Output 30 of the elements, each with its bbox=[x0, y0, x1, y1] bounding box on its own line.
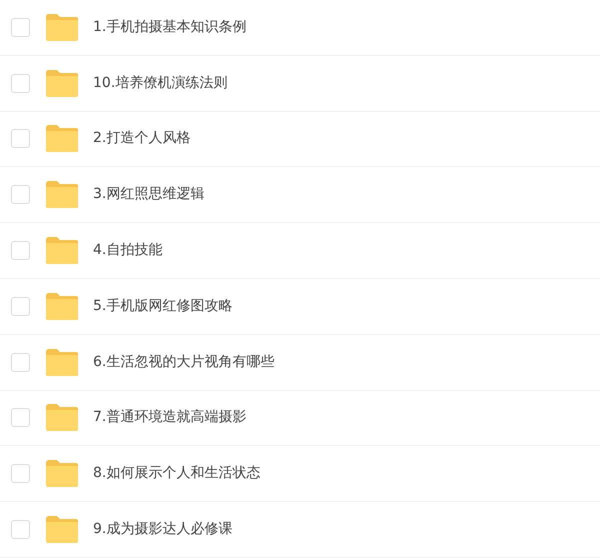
checkbox[interactable] bbox=[11, 352, 30, 372]
folder-icon bbox=[45, 348, 79, 376]
folder-icon bbox=[45, 125, 79, 152]
folder-icon bbox=[45, 237, 79, 264]
folder-icon bbox=[45, 460, 79, 488]
checkbox[interactable] bbox=[11, 520, 30, 540]
folder-icon bbox=[45, 516, 79, 544]
folder-name[interactable]: 7.普通环境造就高端摄影 bbox=[93, 407, 246, 428]
folder-icon bbox=[45, 14, 79, 41]
folder-icon bbox=[45, 70, 79, 97]
folder-name[interactable]: 5.手机版网红修图攻略 bbox=[93, 296, 232, 317]
folder-icon bbox=[45, 404, 79, 432]
checkbox[interactable] bbox=[11, 185, 30, 204]
checkbox[interactable] bbox=[11, 408, 30, 428]
checkbox[interactable] bbox=[11, 18, 30, 37]
folder-name[interactable]: 4.自拍技能 bbox=[93, 240, 162, 262]
checkbox[interactable] bbox=[11, 296, 30, 316]
folder-icon bbox=[45, 292, 79, 320]
folder-name[interactable]: 2.打造个人风格 bbox=[93, 128, 190, 150]
folder-icon bbox=[45, 181, 79, 208]
folder-name[interactable]: 1.手机拍摄基本知识条例 bbox=[93, 16, 246, 38]
checkbox[interactable] bbox=[11, 129, 30, 148]
checkbox[interactable] bbox=[11, 464, 30, 484]
checkbox[interactable] bbox=[11, 74, 30, 93]
folder-name[interactable]: 9.成为摄影达人必修课 bbox=[93, 519, 232, 540]
folder-name[interactable]: 6.生活忽视的大片视角有哪些 bbox=[93, 352, 274, 373]
folder-name[interactable]: 3.网红照思维逻辑 bbox=[93, 184, 204, 206]
folder-name[interactable]: 8.如何展示个人和生活状态 bbox=[93, 463, 260, 484]
folder-name[interactable]: 10.培养僚机演练法则 bbox=[93, 72, 228, 94]
checkbox[interactable] bbox=[11, 241, 30, 260]
